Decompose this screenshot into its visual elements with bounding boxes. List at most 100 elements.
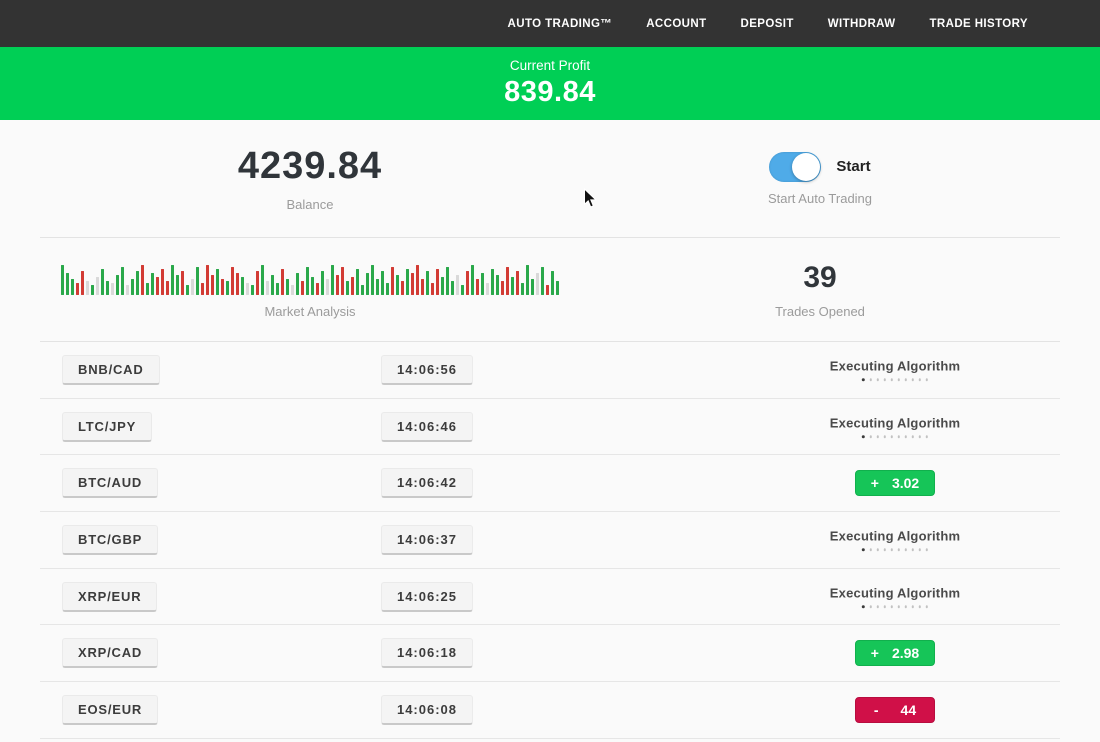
chart-bar [396, 275, 399, 295]
chart-bar [546, 285, 549, 295]
chart-bar [476, 279, 479, 295]
nav-item-auto-trading[interactable]: AUTO TRADING™ [508, 18, 613, 30]
chart-bar [496, 275, 499, 295]
balance-label: Balance [287, 197, 334, 212]
nav-item-trade-history[interactable]: TRADE HISTORY [930, 18, 1029, 30]
chart-bar [371, 265, 374, 295]
chart-bar [116, 275, 119, 295]
chart-bar [96, 277, 99, 295]
chart-bar [66, 273, 69, 295]
chart-bar [551, 271, 554, 295]
auto-trading-label: Start Auto Trading [768, 191, 872, 206]
chart-bar [156, 277, 159, 295]
chart-bar [421, 279, 424, 295]
chart-bar [136, 271, 139, 295]
chart-bar [341, 267, 344, 295]
chart-bar [141, 265, 144, 295]
chart-bar [376, 279, 379, 295]
trade-time-badge: 14:06:46 [381, 412, 473, 442]
auto-trading-toggle[interactable] [769, 152, 821, 182]
chart-bar [416, 265, 419, 295]
trade-result-badge: +3.02 [855, 470, 935, 496]
chart-bar [216, 269, 219, 295]
trade-status: Executing Algorithm [830, 415, 960, 439]
pair-badge: LTC/JPY [62, 412, 152, 442]
chart-bar [291, 285, 294, 295]
trade-status: - 44 [855, 697, 935, 723]
chart-bar [186, 285, 189, 295]
chart-bar [151, 273, 154, 295]
progress-dots [862, 435, 929, 439]
market-analysis-chart [61, 261, 559, 295]
nav-item-account[interactable]: ACCOUNT [646, 18, 706, 30]
chart-bar [531, 279, 534, 295]
chart-bar [131, 279, 134, 295]
chart-bar [311, 277, 314, 295]
chart-bar [126, 285, 129, 295]
chart-bar [521, 283, 524, 295]
trade-status: +2.98 [855, 640, 935, 666]
pair-badge: BNB/CAD [62, 355, 160, 385]
result-sign: - [874, 702, 879, 718]
chart-bar [326, 279, 329, 295]
chart-bar [486, 283, 489, 295]
chart-bar [181, 271, 184, 295]
trade-row: XRP/EUR14:06:25Executing Algorithm [40, 569, 1060, 626]
chart-bar [191, 279, 194, 295]
trade-time-badge: 14:06:37 [381, 525, 473, 555]
chart-bar [196, 267, 199, 295]
top-navbar: AUTO TRADING™ ACCOUNT DEPOSIT WITHDRAW TRADE… [0, 0, 1100, 47]
chart-bar [211, 275, 214, 295]
nav-item-withdraw[interactable]: WITHDRAW [828, 18, 896, 30]
chart-bar [241, 277, 244, 295]
chart-bar [111, 283, 114, 295]
result-sign: + [871, 475, 879, 491]
trade-row: BTC/AUD14:06:42+3.02 [40, 455, 1060, 512]
chart-bar [86, 281, 89, 295]
pair-badge: XRP/CAD [62, 638, 158, 668]
chart-bar [281, 269, 284, 295]
chart-bar [536, 273, 539, 295]
chart-bar [286, 279, 289, 295]
chart-bar [236, 273, 239, 295]
chart-bar [356, 269, 359, 295]
chart-bar [556, 281, 559, 295]
current-profit-value: 839.84 [504, 76, 596, 109]
progress-dots [862, 548, 929, 552]
chart-bar [381, 271, 384, 295]
chart-bar [541, 267, 544, 295]
result-value: 44 [901, 702, 917, 718]
chart-bar [201, 283, 204, 295]
chart-bar [516, 271, 519, 295]
chart-bar [261, 265, 264, 295]
chart-bar [301, 281, 304, 295]
trade-row: LTC/JPY 14:06:46 Executing Algorithm [40, 399, 1060, 456]
market-section: Market Analysis 39 Trades Opened [0, 238, 1100, 341]
chart-bar [271, 275, 274, 295]
trade-result-badge: - 44 [855, 697, 935, 723]
chart-bar [491, 269, 494, 295]
toggle-label: Start [836, 158, 870, 175]
chart-bar [386, 283, 389, 295]
trade-time-badge: 14:06:25 [381, 582, 473, 612]
current-profit-label: Current Profit [510, 58, 590, 73]
chart-bar [161, 269, 164, 295]
chart-bar [226, 281, 229, 295]
progress-dots [862, 605, 929, 609]
trade-time-badge: 14:06:08 [381, 695, 473, 725]
chart-bar [306, 267, 309, 295]
chart-bar [266, 281, 269, 295]
chart-bar [316, 283, 319, 295]
chart-bar [411, 273, 414, 295]
trade-status: Executing Algorithm [830, 528, 960, 552]
trade-result-badge: +2.98 [855, 640, 935, 666]
nav-item-deposit[interactable]: DEPOSIT [741, 18, 794, 30]
chart-bar [461, 285, 464, 295]
chart-bar [506, 267, 509, 295]
chart-bar [91, 285, 94, 295]
chart-bar [406, 269, 409, 295]
chart-bar [121, 267, 124, 295]
market-analysis-label: Market Analysis [264, 304, 355, 319]
chart-bar [451, 281, 454, 295]
chart-bar [171, 265, 174, 295]
